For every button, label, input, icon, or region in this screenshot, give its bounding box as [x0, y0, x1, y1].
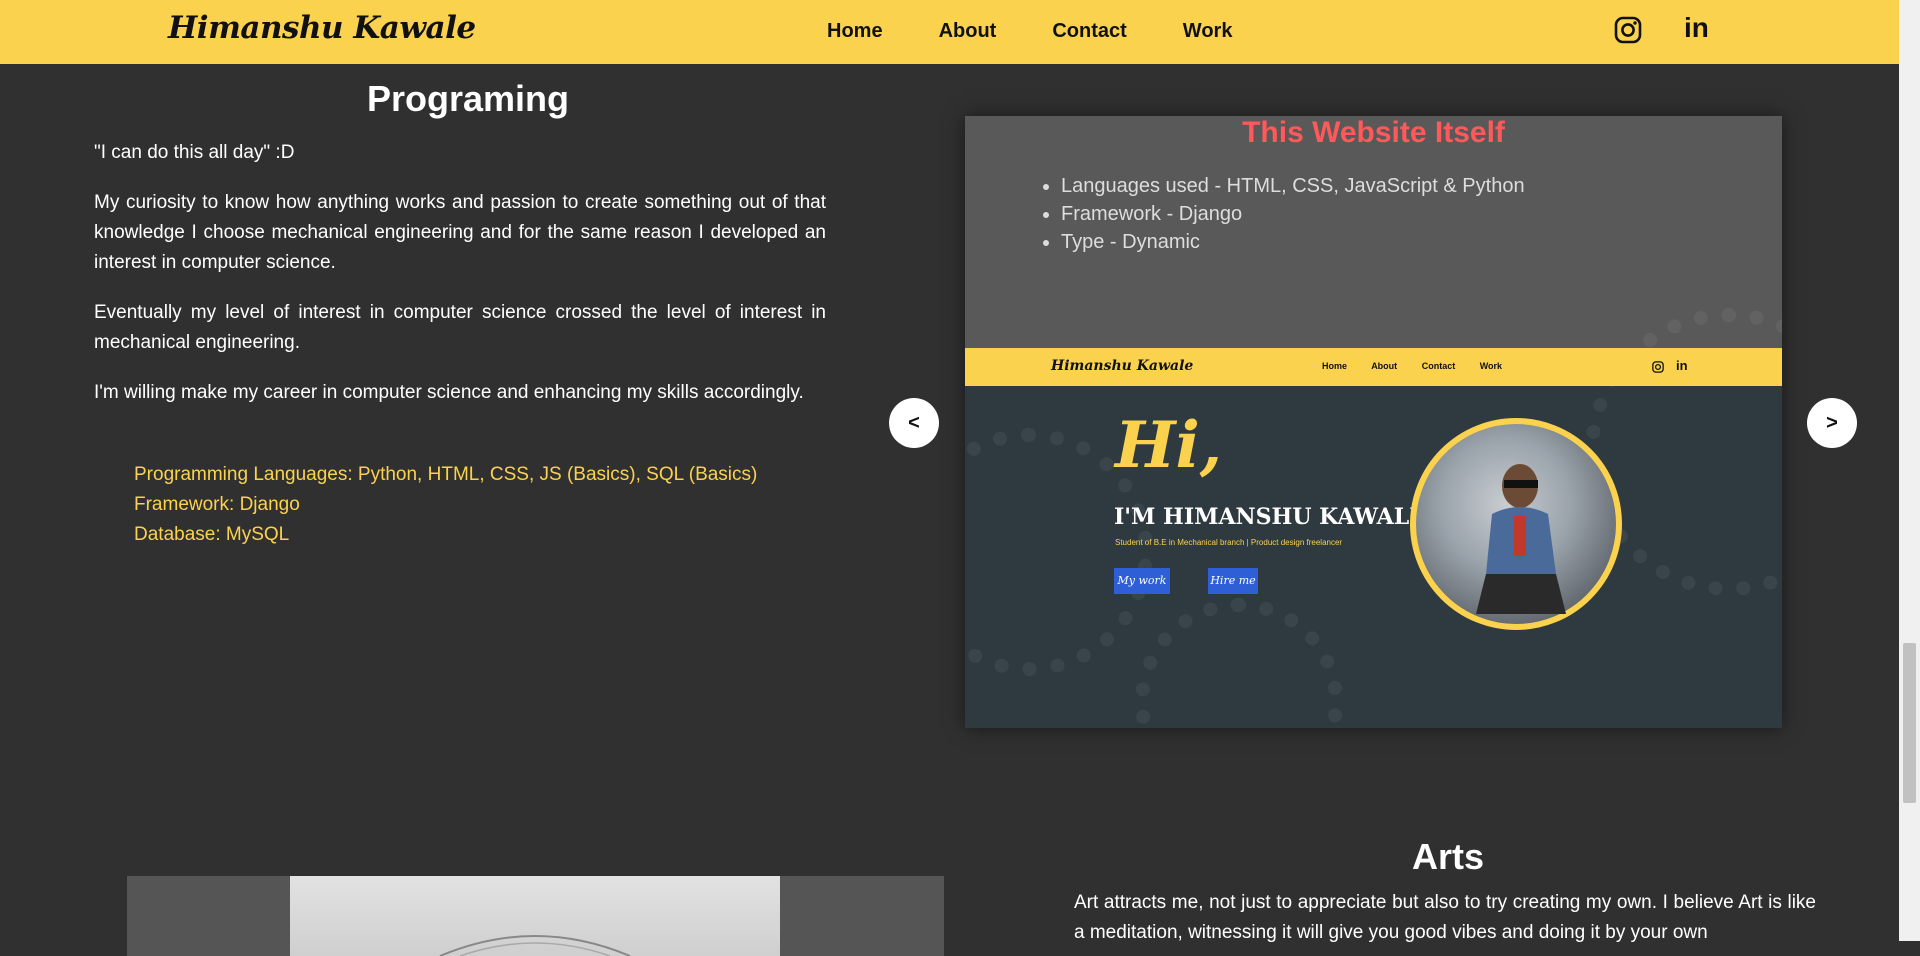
slide-bullet: Framework - Django [1061, 200, 1525, 228]
preview-my-work-button: My work [1114, 568, 1170, 594]
slide-title: This Website Itself [1242, 116, 1505, 149]
arts-description: Art attracts me, not just to appreciate … [1074, 892, 1816, 943]
skill-item: Framework: Django [134, 494, 300, 515]
nav-links: Home About Contact Work [827, 20, 1232, 43]
slide-bullet: Type - Dynamic [1061, 228, 1525, 256]
programming-paragraph: My curiosity to know how anything works … [94, 192, 826, 273]
preview-nav-link: Work [1479, 361, 1503, 371]
art-carousel-slide [127, 876, 944, 956]
nav-link-home[interactable]: Home [827, 20, 883, 43]
programming-paragraph: I'm willing make my career in computer s… [94, 382, 804, 403]
person-silhouette [1476, 464, 1566, 614]
navbar: Himanshu Kawale Home About Contact Work … [0, 0, 1899, 64]
brand-logo[interactable]: Himanshu Kawale [168, 10, 476, 46]
preview-instagram-icon [1652, 360, 1664, 373]
preview-subtitle: Student of B.E in Mechanical branch | Pr… [1115, 538, 1343, 547]
programming-paragraph: Eventually my level of interest in compu… [94, 302, 826, 353]
section-title-programming: Programing [367, 78, 570, 119]
slide-bullet: Languages used - HTML, CSS, JavaScript &… [1061, 172, 1525, 200]
instagram-icon[interactable] [1614, 16, 1644, 46]
website-preview-screenshot: Himanshu Kawale Home About Contact Work … [965, 308, 1782, 728]
preview-nav-link: About [1371, 361, 1398, 371]
preview-linkedin-icon: in [1676, 358, 1688, 373]
preview-name: I'M HIMANSHU KAWALE [1114, 504, 1426, 530]
skills-list: Programming Languages: Python, HTML, CSS… [134, 460, 757, 550]
sketch-artwork-image [290, 876, 780, 956]
preview-navbar: Himanshu Kawale Home About Contact Work … [965, 348, 1782, 386]
carousel-slide: This Website Itself Languages used - HTM… [965, 116, 1782, 728]
skill-item: Database: MySQL [134, 524, 290, 545]
gear-decoration [1135, 598, 1343, 728]
linkedin-icon[interactable]: in [1684, 12, 1714, 43]
carousel-prev-button[interactable]: < [889, 398, 939, 448]
preview-nav-link: Contact [1421, 361, 1456, 371]
nav-link-contact[interactable]: Contact [1052, 20, 1126, 43]
page-scrollbar[interactable] [1899, 0, 1920, 941]
preview-profile-photo [1410, 418, 1622, 630]
preview-nav-links: Home About Contact Work [1322, 361, 1524, 371]
preview-social-icons: in [1652, 358, 1688, 373]
programming-quote: "I can do this all day" :D [94, 142, 295, 163]
carousel-next-button[interactable]: > [1807, 398, 1857, 448]
section-title-arts: Arts [1412, 836, 1485, 877]
preview-hire-me-button: Hire me [1208, 568, 1258, 594]
preview-greeting: Hi, [1115, 408, 1223, 483]
skill-item: Programming Languages: Python, HTML, CSS… [134, 464, 758, 485]
preview-nav-link: Home [1322, 361, 1348, 371]
programming-description: "I can do this all day" :D My curiosity … [94, 138, 826, 428]
nav-link-work[interactable]: Work [1183, 20, 1233, 43]
slide-bullets: Languages used - HTML, CSS, JavaScript &… [1021, 172, 1525, 256]
preview-brand: Himanshu Kawale [1051, 358, 1194, 374]
nav-link-about[interactable]: About [939, 20, 997, 43]
scrollbar-thumb[interactable] [1903, 643, 1916, 803]
